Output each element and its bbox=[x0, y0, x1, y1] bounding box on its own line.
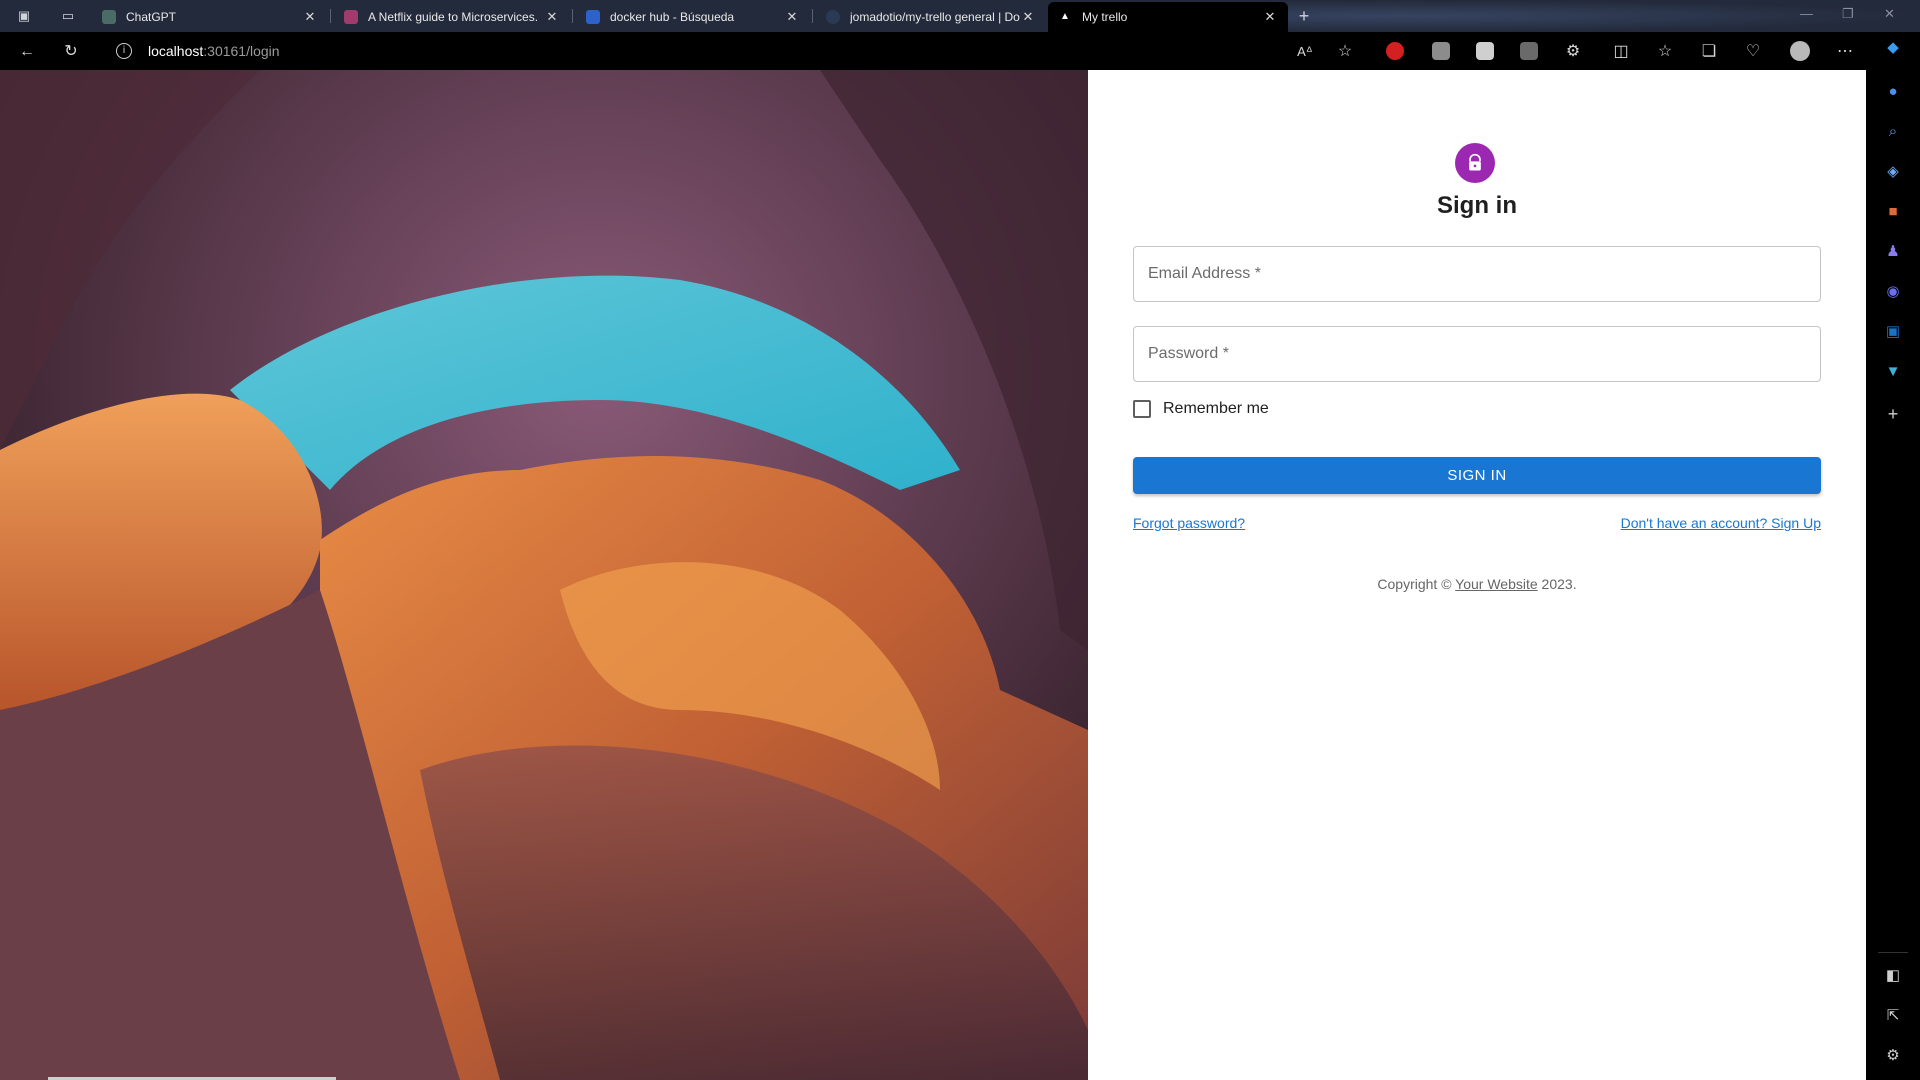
collections-icon[interactable]: ❏ bbox=[1698, 41, 1720, 63]
copyright-suffix: 2023. bbox=[1537, 576, 1577, 592]
lock-avatar bbox=[1455, 143, 1495, 183]
drop-icon[interactable]: ▼ bbox=[1883, 362, 1903, 382]
tab-docker-repo[interactable]: jomadotio/my-trello general | Do ✕ bbox=[816, 2, 1046, 32]
remember-me-checkbox[interactable] bbox=[1133, 400, 1151, 418]
tab-actions-icon[interactable]: ▭ bbox=[58, 6, 78, 26]
url-path: :30161/login bbox=[203, 43, 280, 59]
url-text[interactable]: localhost:30161/login bbox=[148, 43, 280, 59]
tab-chatgpt[interactable]: ChatGPT ✕ bbox=[92, 2, 328, 32]
favorites-icon[interactable]: ☆ bbox=[1654, 41, 1676, 63]
tab-separator bbox=[812, 9, 813, 23]
close-tab-icon[interactable]: ✕ bbox=[544, 9, 560, 25]
search-icon[interactable]: ⌕ bbox=[1883, 122, 1903, 142]
add-sidebar-app-icon[interactable]: + bbox=[1883, 404, 1903, 424]
docker-favicon-icon bbox=[826, 10, 840, 24]
read-aloud-icon[interactable]: Aᐞ bbox=[1294, 41, 1316, 63]
hide-sidebar-icon[interactable]: ◧ bbox=[1883, 966, 1903, 986]
copyright-prefix: Copyright © bbox=[1377, 576, 1456, 592]
close-window-icon[interactable]: ✕ bbox=[1884, 6, 1895, 22]
shopping-tag-icon[interactable]: ◈ bbox=[1883, 162, 1903, 182]
tab-docker-hub-search[interactable]: docker hub - Búsqueda ✕ bbox=[576, 2, 810, 32]
tab-separator bbox=[572, 9, 573, 23]
extension-icon[interactable] bbox=[1520, 42, 1538, 60]
password-input[interactable] bbox=[1134, 327, 1820, 381]
site-info-icon[interactable]: i bbox=[116, 43, 132, 59]
tab-title: jomadotio/my-trello general | Do bbox=[850, 10, 1020, 24]
search-favicon-icon bbox=[586, 10, 600, 24]
page-content: Sign in Remember me SIGN IN Forgot passw… bbox=[0, 70, 1866, 1080]
article-favicon-icon bbox=[344, 10, 358, 24]
close-tab-icon[interactable]: ✕ bbox=[784, 9, 800, 25]
favorite-star-icon[interactable]: ☆ bbox=[1334, 41, 1356, 63]
tab-separator bbox=[330, 9, 331, 23]
close-tab-icon[interactable]: ✕ bbox=[1262, 9, 1278, 25]
chatgpt-favicon-icon bbox=[102, 10, 116, 24]
email-field[interactable] bbox=[1133, 246, 1821, 302]
close-tab-icon[interactable]: ✕ bbox=[1020, 9, 1036, 25]
browser-window: ▣ ▭ ChatGPT ✕ A Netflix guide to Microse… bbox=[0, 0, 1920, 1080]
url-host: localhost bbox=[148, 43, 204, 59]
copilot-icon[interactable]: ◆ bbox=[1883, 38, 1903, 58]
profile-avatar-icon[interactable] bbox=[1790, 41, 1810, 61]
sidebar-settings-gear-icon[interactable]: ⚙ bbox=[1883, 1046, 1903, 1066]
extension-icon[interactable] bbox=[1476, 42, 1494, 60]
email-input[interactable] bbox=[1134, 247, 1820, 301]
forgot-password-link[interactable]: Forgot password? bbox=[1133, 515, 1245, 531]
address-bar[interactable]: i localhost:30161/login bbox=[104, 36, 1364, 66]
workspaces-icon[interactable]: ▣ bbox=[14, 6, 34, 26]
open-external-icon[interactable]: ⇱ bbox=[1883, 1006, 1903, 1026]
tab-netflix-microservices[interactable]: A Netflix guide to Microservices. ✕ bbox=[334, 2, 570, 32]
password-field[interactable] bbox=[1133, 326, 1821, 382]
minimize-icon[interactable]: — bbox=[1800, 6, 1813, 21]
tab-title: A Netflix guide to Microservices. bbox=[368, 10, 539, 24]
tab-title: ChatGPT bbox=[126, 10, 177, 24]
canyon-background-image bbox=[0, 70, 1088, 1080]
new-tab-icon[interactable]: + bbox=[1294, 6, 1314, 26]
sign-in-button[interactable]: SIGN IN bbox=[1133, 457, 1821, 494]
close-tab-icon[interactable]: ✕ bbox=[302, 9, 318, 25]
tab-title: docker hub - Búsqueda bbox=[610, 10, 735, 24]
tab-title: My trello bbox=[1082, 10, 1128, 24]
canyon-image bbox=[0, 70, 1088, 1080]
trello-favicon-icon: ▲ bbox=[1060, 11, 1070, 22]
outlook-icon[interactable]: ▣ bbox=[1883, 322, 1903, 342]
page-title: Sign in bbox=[1437, 192, 1517, 219]
notifications-bell-icon[interactable]: ● bbox=[1883, 82, 1903, 102]
tab-strip: ▣ ▭ ChatGPT ✕ A Netflix guide to Microse… bbox=[0, 0, 1920, 32]
split-screen-icon[interactable]: ◫ bbox=[1610, 41, 1632, 63]
tab-my-trello[interactable]: ▲ My trello ✕ bbox=[1048, 2, 1288, 32]
remember-me-label[interactable]: Remember me bbox=[1163, 400, 1269, 418]
more-options-icon[interactable]: ⋯ bbox=[1834, 41, 1856, 63]
games-icon[interactable]: ♟ bbox=[1883, 242, 1903, 262]
lock-icon bbox=[1469, 153, 1481, 171]
sidebar-divider bbox=[1878, 952, 1908, 953]
copyright-text: Copyright © Your Website 2023. bbox=[1088, 576, 1866, 592]
remember-me-row[interactable]: Remember me bbox=[1133, 400, 1269, 418]
microsoft-365-icon[interactable]: ◉ bbox=[1883, 282, 1903, 302]
login-panel: Sign in Remember me SIGN IN Forgot passw… bbox=[1088, 70, 1866, 1080]
back-icon[interactable]: ← bbox=[16, 41, 38, 63]
browser-essentials-icon[interactable]: ♡ bbox=[1742, 41, 1764, 63]
edge-sidebar: ◆ ● ⌕ ◈ ■ ♟ ◉ ▣ ▼ + ◧ ⇱ ⚙ bbox=[1866, 32, 1920, 1080]
refresh-icon[interactable]: ↻ bbox=[60, 41, 82, 63]
browser-toolbar: ← ↻ i localhost:30161/login Aᐞ ☆ ⚙ ◫ ☆ ❏… bbox=[0, 32, 1920, 70]
tools-briefcase-icon[interactable]: ■ bbox=[1883, 202, 1903, 222]
extension-icon[interactable] bbox=[1432, 42, 1450, 60]
extensions-puzzle-icon[interactable]: ⚙ bbox=[1562, 41, 1584, 63]
website-link[interactable]: Your Website bbox=[1455, 576, 1538, 592]
adblock-extension-icon[interactable] bbox=[1386, 42, 1404, 60]
restore-icon[interactable]: ❐ bbox=[1842, 6, 1854, 22]
sign-up-link[interactable]: Don't have an account? Sign Up bbox=[1621, 515, 1821, 531]
